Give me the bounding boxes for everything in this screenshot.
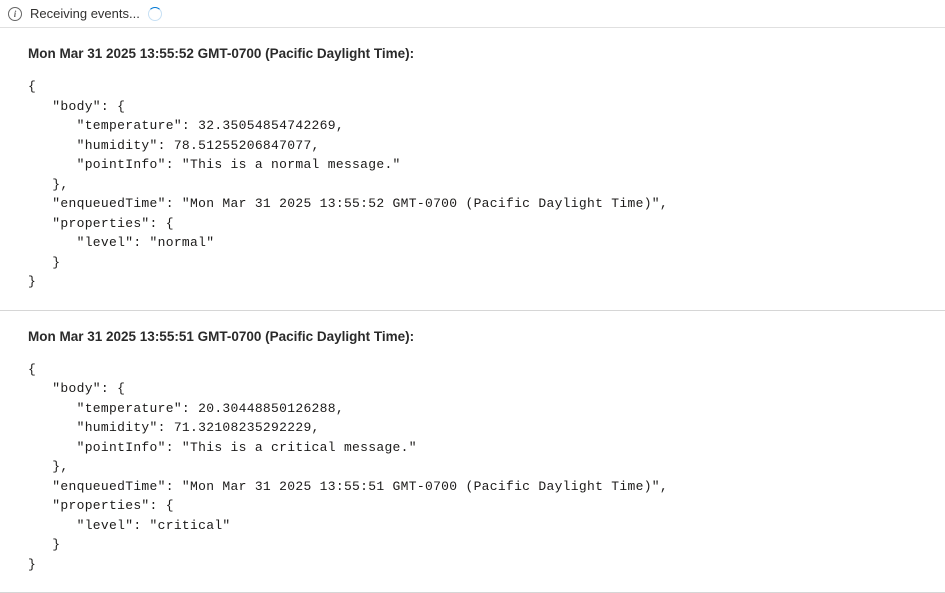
status-bar: i Receiving events...	[0, 0, 945, 28]
event-block: Mon Mar 31 2025 13:55:51 GMT-0700 (Pacif…	[0, 311, 945, 593]
event-timestamp-header: Mon Mar 31 2025 13:55:51 GMT-0700 (Pacif…	[28, 329, 925, 344]
events-container: Mon Mar 31 2025 13:55:52 GMT-0700 (Pacif…	[0, 28, 945, 593]
info-icon: i	[8, 7, 22, 21]
event-json-body: { "body": { "temperature": 32.3505485474…	[28, 77, 925, 292]
loading-spinner-icon	[148, 7, 162, 21]
status-text: Receiving events...	[30, 6, 140, 21]
event-json-body: { "body": { "temperature": 20.3044885012…	[28, 360, 925, 575]
event-block: Mon Mar 31 2025 13:55:52 GMT-0700 (Pacif…	[0, 28, 945, 311]
event-timestamp-header: Mon Mar 31 2025 13:55:52 GMT-0700 (Pacif…	[28, 46, 925, 61]
